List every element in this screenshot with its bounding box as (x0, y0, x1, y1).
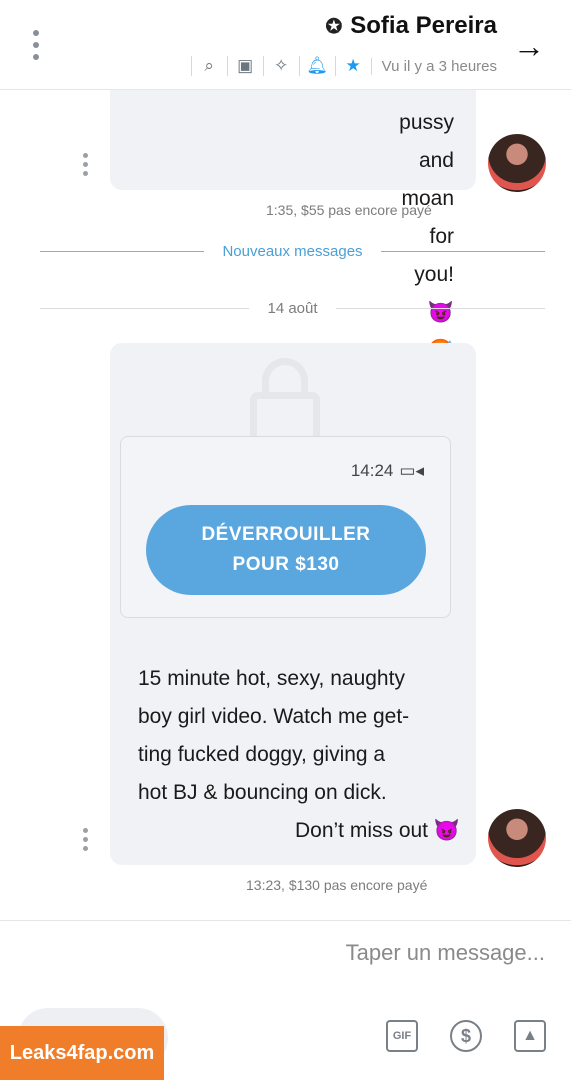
message-input[interactable]: Taper un message... (346, 940, 545, 966)
media-info: 14:24 ▭◂ (351, 461, 424, 481)
message-options-icon[interactable] (83, 153, 89, 176)
message-meta: 1:35, $55 pas encore payé (266, 202, 432, 218)
image-upload-icon[interactable]: ▲ (514, 1020, 546, 1052)
chat-header: ✪ Sofia Pereira ⌕ ▣ ✧ 🔔︎ ★ Vu il y a 3 h… (0, 0, 571, 90)
contact-name: Sofia Pereira (350, 12, 497, 39)
message-text-line: hot BJ & bouncing on dick. (138, 781, 387, 804)
star-icon[interactable]: ★ (334, 56, 371, 76)
last-seen-status: Vu il y a 3 heures (370, 57, 497, 75)
video-camera-icon: ▭◂ (399, 461, 424, 480)
lock-icon (250, 358, 320, 444)
gif-icon[interactable]: GIF (386, 1020, 418, 1052)
watermark: Leaks4fap.com (0, 1026, 164, 1080)
locked-media-card[interactable]: 14:24 ▭◂ DÉVERROUILLER POUR $130 (120, 436, 451, 618)
unlock-button-line2: POUR $130 (232, 554, 340, 575)
unlock-button[interactable]: DÉVERROUILLER POUR $130 (146, 505, 426, 595)
back-arrow-icon[interactable]: → (513, 28, 545, 65)
message-meta: 13:23, $130 pas encore payé (246, 877, 428, 893)
message-text-line: 15 minute hot, sexy, naughty (138, 667, 405, 690)
avatar[interactable] (488, 134, 546, 192)
message-text-line: ting fucked doggy, giving a (138, 743, 386, 766)
tip-dollar-icon[interactable]: $ (450, 1020, 482, 1052)
message-text-line: boy girl video. Watch me get- (138, 705, 410, 728)
new-messages-label: Nouveaux messages (222, 242, 363, 260)
media-icon[interactable]: ▣ (226, 56, 263, 76)
verified-badge-icon: ✪ (325, 15, 343, 38)
date-label: 14 août (267, 299, 318, 317)
more-options-icon[interactable] (28, 30, 44, 60)
video-duration: 14:24 (350, 461, 394, 480)
message-options-icon[interactable] (83, 828, 89, 851)
composer-divider (0, 920, 571, 921)
message-text-line: Don’t miss out 😈 (294, 819, 460, 842)
message-text: 15 minute hot, sexy, naughty boy girl vi… (138, 660, 460, 850)
bell-icon[interactable]: 🔔︎ (298, 56, 335, 76)
unlock-button-line1: DÉVERROUILLER (201, 524, 371, 545)
search-icon[interactable]: ⌕ (190, 56, 227, 76)
header-toolbar: ⌕ ▣ ✧ 🔔︎ ★ Vu il y a 3 heures (190, 54, 497, 78)
date-divider: 14 août (40, 298, 546, 318)
chat-title[interactable]: ✪ Sofia Pereira (325, 12, 497, 40)
message-bubble: pussy and moan for you!😈 🥵 (110, 90, 476, 362)
avatar[interactable] (488, 809, 546, 867)
pin-icon[interactable]: ✧ (262, 56, 299, 76)
new-messages-divider: Nouveaux messages (40, 241, 546, 261)
